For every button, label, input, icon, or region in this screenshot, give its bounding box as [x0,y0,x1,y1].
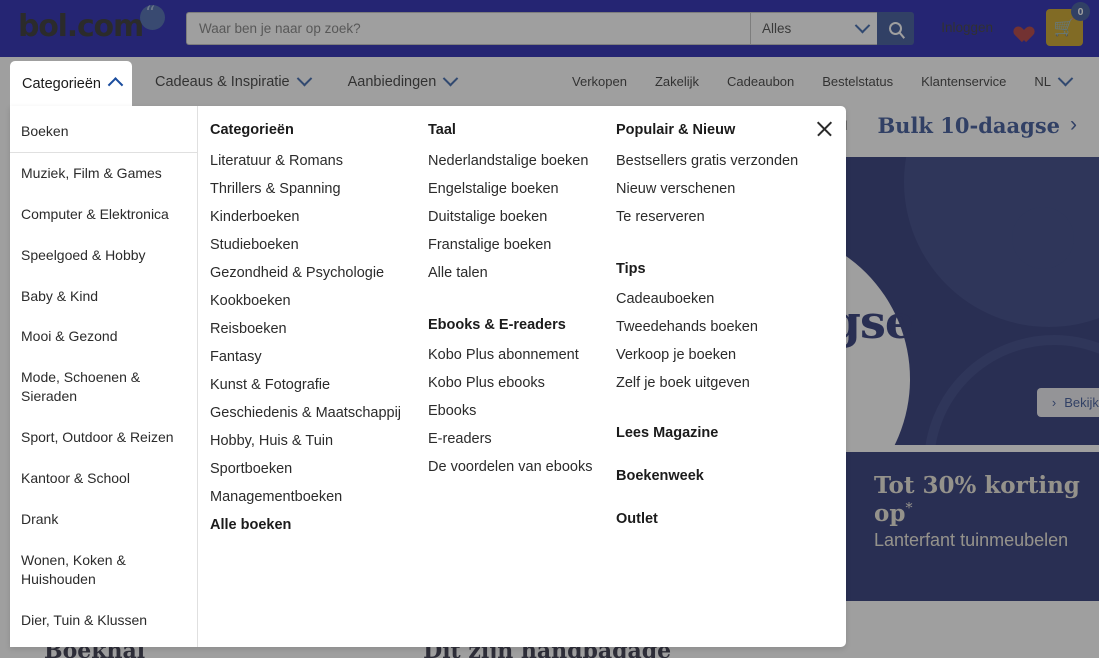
nav-label: Categorieën [22,75,101,92]
sidebar-item-mode-schoenen-sieraden[interactable]: Mode, Schoenen & Sieraden [10,357,197,417]
menu-link[interactable]: Literatuur & Romans [210,148,420,176]
menu-link[interactable]: Kobo Plus abonnement [428,342,608,370]
menu-link-alle-boeken[interactable]: Alle boeken [210,512,420,540]
close-icon[interactable] [812,117,836,141]
menu-link[interactable]: De voordelen van ebooks [428,454,608,482]
menu-link[interactable]: Managementboeken [210,484,420,512]
column-heading-ebooks-ereaders: Ebooks & E-readers [428,316,566,333]
sidebar-item-drank[interactable]: Drank [10,499,197,540]
mega-column-populair-tips: Populair & Nieuw Bestsellers gratis verz… [616,120,846,647]
column-heading-populair-nieuw: Populair & Nieuw [616,122,736,138]
menu-link[interactable]: Tweedehands boeken [616,314,838,342]
menu-link[interactable]: Kunst & Fotografie [210,372,420,400]
chevron-up-icon [107,77,124,93]
menu-link[interactable]: Nederlandstalige boeken [428,148,608,176]
menu-link[interactable]: Geschiedenis & Maatschappij [210,400,420,428]
sidebar-item-dier-tuin-klussen[interactable]: Dier, Tuin & Klussen [10,600,197,641]
sidebar-item-wonen-koken-huishouden[interactable]: Wonen, Koken & Huishouden [10,540,197,600]
sidebar-item-boeken[interactable]: Boeken [10,111,197,153]
menu-link[interactable]: E-readers [428,426,608,454]
menu-link[interactable]: Reisboeken [210,316,420,344]
menu-link[interactable]: Duitstalige boeken [428,204,608,232]
categories-mega-menu: Boeken Muziek, Film & Games Computer & E… [10,106,846,647]
menu-link[interactable]: Fantasy [210,344,420,372]
menu-link[interactable]: Zelf je boek uitgeven [616,370,838,398]
menu-link[interactable]: Kobo Plus ebooks [428,370,608,398]
sidebar-item-muziek-film-games[interactable]: Muziek, Film & Games [10,153,197,194]
menu-link-outlet[interactable]: Outlet [616,511,838,527]
menu-link-lees-magazine[interactable]: Lees Magazine [616,425,838,441]
menu-link[interactable]: Nieuw verschenen [616,176,838,204]
menu-link[interactable]: Kinderboeken [210,204,420,232]
mega-column-taal-ebooks: Taal Nederlandstalige boeken Engelstalig… [428,120,616,647]
menu-link[interactable]: Verkoop je boeken [616,342,838,370]
mega-column-categorieen: Categorieën Literatuur & Romans Thriller… [210,120,428,647]
menu-link[interactable]: Hobby, Huis & Tuin [210,428,420,456]
column-heading-tips: Tips [616,260,646,277]
page-root: bol.com Alles Inloggen 🛒 0 [0,0,1099,658]
sidebar-item-computer-elektronica[interactable]: Computer & Elektronica [10,194,197,235]
mega-menu-columns: Categorieën Literatuur & Romans Thriller… [198,106,846,647]
menu-link-boekenweek[interactable]: Boekenweek [616,468,838,484]
menu-link[interactable]: Sportboeken [210,456,420,484]
column-heading-taal: Taal [428,122,456,138]
menu-link[interactable]: Ebooks [428,398,608,426]
menu-link[interactable]: Kookboeken [210,288,420,316]
nav-item-categorieen-active[interactable]: Categorieën [10,61,132,106]
sidebar-item-baby-kind[interactable]: Baby & Kind [10,276,197,317]
menu-link[interactable]: Te reserveren [616,204,838,232]
sidebar-item-mooi-gezond[interactable]: Mooi & Gezond [10,316,197,357]
sidebar-item-speelgoed-hobby[interactable]: Speelgoed & Hobby [10,235,197,276]
sidebar-item-kantoor-school[interactable]: Kantoor & School [10,458,197,499]
menu-link[interactable]: Engelstalige boeken [428,176,608,204]
menu-link[interactable]: Alle talen [428,260,608,288]
mega-menu-sidebar: Boeken Muziek, Film & Games Computer & E… [10,106,198,647]
menu-link[interactable]: Franstalige boeken [428,232,608,260]
column-heading: Categorieën [210,122,294,138]
menu-link[interactable]: Gezondheid & Psychologie [210,260,420,288]
menu-link[interactable]: Studieboeken [210,232,420,260]
sidebar-item-sport-outdoor-reizen[interactable]: Sport, Outdoor & Reizen [10,417,197,458]
menu-link[interactable]: Cadeauboeken [616,286,838,314]
menu-link[interactable]: Thrillers & Spanning [210,176,420,204]
menu-link[interactable]: Bestsellers gratis verzonden [616,148,838,176]
